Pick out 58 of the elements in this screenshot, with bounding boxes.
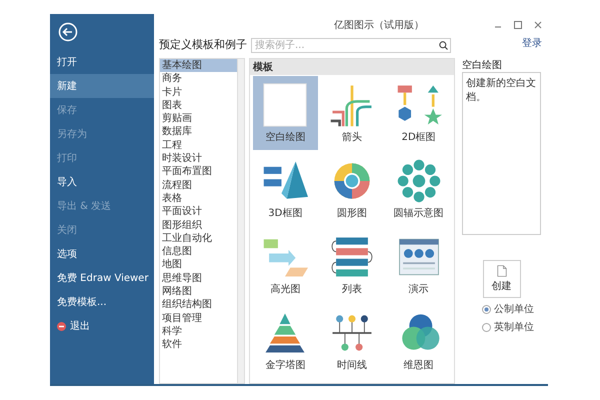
menu-item[interactable]: 免费 Edraw Viewer: [50, 266, 154, 290]
menu-item[interactable]: 选项: [50, 242, 154, 266]
document-icon: [494, 265, 508, 277]
menu-item[interactable]: 打开: [50, 50, 154, 74]
template-title: 空白绘图: [462, 58, 502, 72]
template-tile[interactable]: 圆辐示意图: [386, 152, 451, 226]
back-icon[interactable]: [58, 22, 78, 42]
unit-radio[interactable]: 公制单位: [482, 302, 534, 316]
template-tile[interactable]: 时间线: [320, 304, 384, 378]
window-title: 亿图图示（试用版）: [334, 18, 424, 32]
menu-item[interactable]: 退出: [50, 314, 154, 338]
category-item[interactable]: 网络图: [160, 285, 237, 298]
menu-item[interactable]: 新建: [50, 74, 154, 98]
template-tile[interactable]: 列表: [320, 228, 384, 302]
login-link[interactable]: 登录: [522, 36, 542, 50]
category-item[interactable]: 组织结构图: [160, 298, 237, 312]
category-item[interactable]: 思维导图: [160, 272, 237, 286]
search-field[interactable]: 搜索例子...: [251, 38, 451, 52]
template-tile[interactable]: 箭头: [320, 76, 384, 150]
template-tile[interactable]: 维恩图: [386, 304, 451, 378]
template-tile[interactable]: 演示: [386, 228, 451, 302]
template-tile[interactable]: 空白绘图: [253, 76, 318, 150]
maximize-button[interactable]: [514, 21, 522, 29]
template-tile[interactable]: 2D框图: [386, 76, 451, 150]
scrollbar[interactable]: [237, 59, 244, 383]
category-item[interactable]: 流程图: [160, 178, 237, 192]
description-box: 创建新的空白文档。: [462, 72, 541, 235]
category-item[interactable]: 图表: [160, 98, 237, 112]
category-item[interactable]: 图形组织: [160, 218, 237, 232]
category-item[interactable]: 基本绘图: [160, 59, 237, 72]
category-item[interactable]: 项目管理: [160, 312, 237, 325]
category-item[interactable]: 平面布置图: [160, 165, 237, 179]
category-item[interactable]: 数据库: [160, 125, 237, 139]
template-tile[interactable]: 高光图: [253, 228, 318, 302]
category-item[interactable]: 软件: [160, 338, 237, 352]
category-item[interactable]: 剪贴画: [160, 112, 237, 126]
category-item[interactable]: 工程: [160, 138, 237, 152]
category-item[interactable]: 商务: [160, 72, 237, 86]
category-item[interactable]: 地图: [160, 258, 237, 272]
template-tile[interactable]: 金字塔图: [253, 304, 318, 378]
page-heading: 预定义模板和例子: [158, 37, 248, 53]
category-item[interactable]: 信息图: [160, 245, 237, 258]
unit-radio[interactable]: 英制单位: [482, 320, 534, 334]
category-item[interactable]: 卡片: [160, 86, 237, 99]
category-item[interactable]: 工业自动化: [160, 232, 237, 246]
search-icon[interactable]: [439, 40, 448, 50]
template-tile[interactable]: 圆形图: [320, 152, 384, 226]
category-item[interactable]: 表格: [160, 192, 237, 206]
section-header: 模板: [250, 59, 454, 75]
close-button[interactable]: [534, 21, 542, 29]
category-item[interactable]: 平面设计: [160, 205, 237, 219]
template-tile[interactable]: 3D框图: [253, 152, 318, 226]
category-item[interactable]: 时装设计: [160, 152, 237, 166]
category-item[interactable]: 科学: [160, 324, 237, 338]
menu-item[interactable]: 免费模板...: [50, 290, 154, 314]
menu-item[interactable]: 导入: [50, 170, 154, 194]
create-button[interactable]: 创建: [482, 260, 520, 298]
exit-icon: [57, 322, 66, 330]
